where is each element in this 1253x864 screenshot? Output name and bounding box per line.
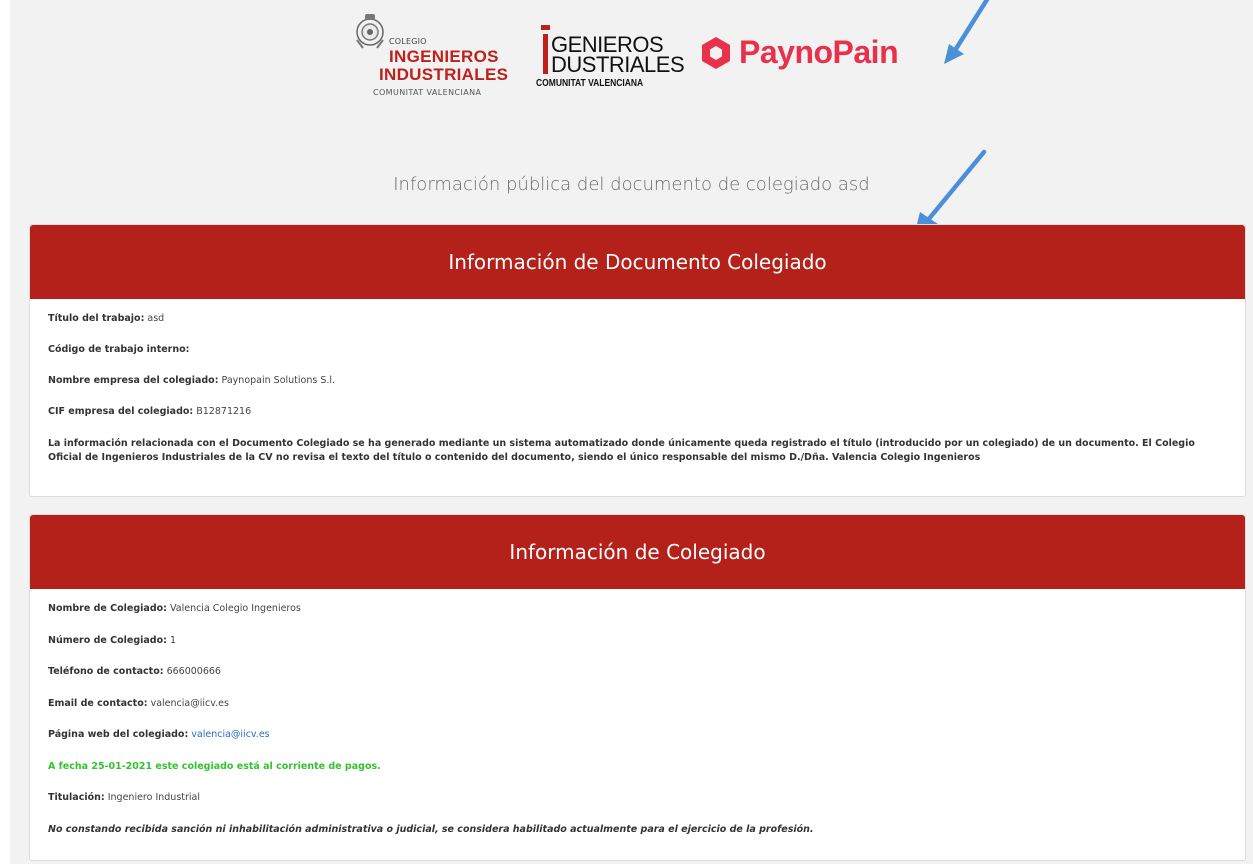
- colegio-line1: INGENIEROS: [389, 47, 499, 66]
- ingenieros-subtitle: COMUNITAT VALENCIANA: [536, 78, 644, 89]
- paynopain-logo: PaynoPain: [695, 30, 945, 80]
- paynopain-wordmark: PaynoPain: [739, 34, 899, 70]
- ingenieros-industriales-logo: GENIEROS DUSTRIALES COMUNITAT VALENCIANA: [533, 22, 685, 102]
- ingenieros-line2: DUSTRIALES: [551, 52, 685, 77]
- annotation-arrow-icon: [944, 0, 990, 64]
- field-telefono: Teléfono de contacto: 666000666: [48, 666, 221, 677]
- document-panel-header: Información de Documento Colegiado: [30, 225, 1245, 299]
- payment-status: A fecha 25-01-2021 este colegiado está a…: [48, 760, 381, 772]
- colegiado-panel-header: Información de Colegiado: [30, 515, 1245, 589]
- colegio-small-label: COLEGIO: [389, 37, 427, 46]
- page-title: Información pública del documento de col…: [393, 174, 870, 195]
- page-background: COLEGIO INGENIEROS INDUSTRIALES COMUNITA…: [10, 0, 1253, 864]
- colegio-line2: INDUSTRIALES: [379, 65, 509, 84]
- field-numero: Número de Colegiado: 1: [48, 634, 176, 646]
- colegio-ingenieros-logo: COLEGIO INGENIEROS INDUSTRIALES COMUNITA…: [353, 12, 513, 97]
- field-titulacion: Titulación: Ingeniero Industrial: [48, 792, 201, 803]
- field-email: Email de contacto: valencia@iicv.es: [48, 697, 229, 709]
- colegio-subtitle: COMUNITAT VALENCIANA: [373, 88, 482, 97]
- field-codigo: Código de trabajo interno:: [48, 344, 190, 355]
- field-empresa: Nombre empresa del colegiado: Paynopain …: [48, 375, 336, 386]
- paynopain-logo-icon: [702, 37, 730, 69]
- field-cif: CIF empresa del colegiado: B12871216: [48, 406, 252, 417]
- field-titulo: Título del trabajo: asd: [48, 313, 165, 324]
- document-info-panel: Información de Documento Colegiado Títul…: [29, 224, 1246, 497]
- colegiado-info-panel: Información de Colegiado Nombre de Coleg…: [29, 514, 1246, 861]
- website-link[interactable]: valencia@iicv.es: [191, 729, 269, 740]
- habilitation-disclaimer: No constando recibida sanción ni inhabil…: [48, 823, 814, 835]
- document-notice: La información relacionada con el Docume…: [48, 438, 1195, 463]
- field-web: Página web del colegiado: valencia@iicv.…: [48, 729, 270, 740]
- field-nombre: Nombre de Colegiado: Valencia Colegio In…: [48, 603, 301, 614]
